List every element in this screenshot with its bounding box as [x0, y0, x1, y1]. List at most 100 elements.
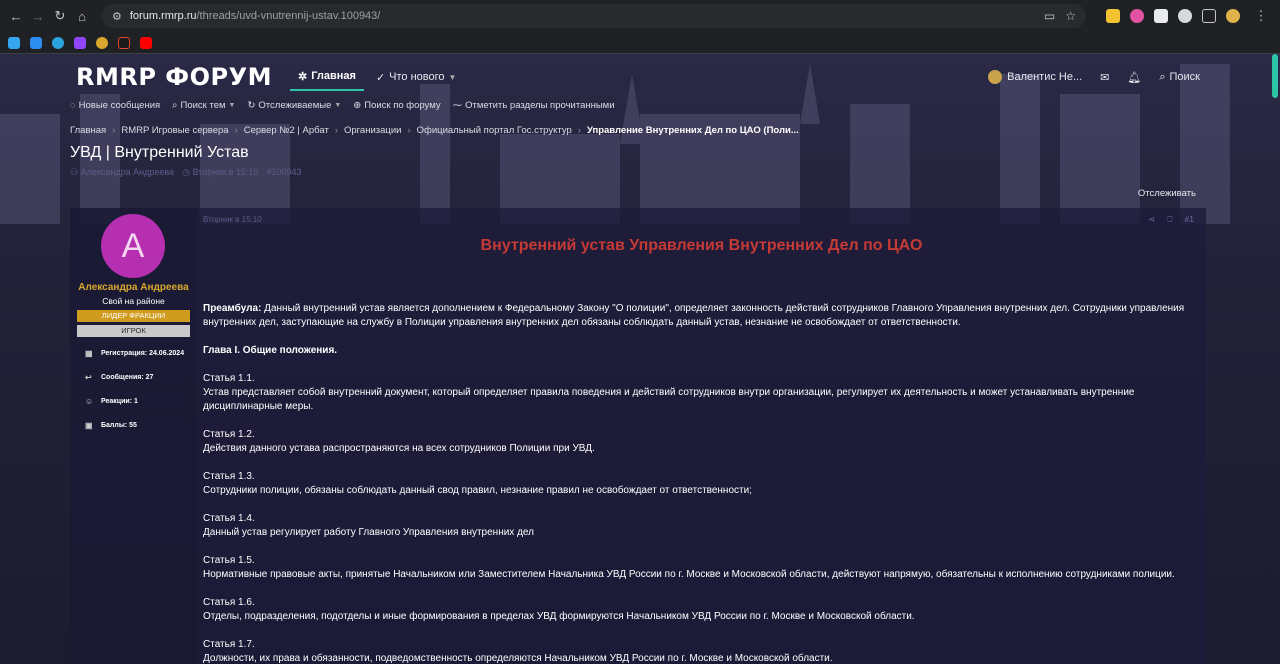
- extension-yellow-icon[interactable]: [1106, 9, 1120, 23]
- tab-whats-new[interactable]: ✓ Что нового ▼: [368, 65, 464, 90]
- article-text: Отделы, подразделения, подотделы и иные …: [203, 611, 915, 622]
- bookmark-youtube-icon[interactable]: [140, 36, 152, 49]
- article-text: Данный устав регулирует работу Главного …: [203, 527, 534, 538]
- post-body: Преамбула: Данный внутренний устав являе…: [203, 302, 1193, 664]
- breadcrumb-separator: ›: [407, 125, 411, 136]
- extensions-puzzle-icon[interactable]: [1202, 9, 1216, 23]
- subnav-label: Отслеживаемые: [258, 100, 332, 111]
- address-bar[interactable]: ⚙ forum.rmrp.ru/threads/uvd-vnutrennij-u…: [102, 4, 1086, 28]
- breadcrumb-item[interactable]: Организации: [344, 125, 401, 136]
- breadcrumb-current[interactable]: Управление Внутренних Дел по ЦАО (Поли..…: [587, 125, 799, 136]
- article-text: Действия данного устава распространяются…: [203, 443, 595, 454]
- stat-reactions-text: Реакции: 1: [101, 398, 138, 405]
- tab-whats-new-label: Что нового: [389, 71, 445, 83]
- article-title: Статья 1.7.: [203, 639, 255, 650]
- breadcrumb-item[interactable]: RMRP Игровые сервера: [121, 125, 228, 136]
- checkmarks-icon: ✓: [375, 71, 386, 84]
- post-user-column: A Александра Андреева Свой на районе ЛИД…: [70, 208, 197, 664]
- site-info-icon[interactable]: ⚙: [112, 10, 122, 23]
- article-title: Статья 1.5.: [203, 555, 255, 566]
- article-title: Статья 1.1.: [203, 373, 255, 384]
- breadcrumb-item[interactable]: Официальный портал Гос.структур: [417, 125, 572, 136]
- article-title: Статья 1.2.: [203, 429, 255, 440]
- subnav-mark-read[interactable]: ⁓ Отметить разделы прочитанными: [453, 100, 615, 111]
- subnav-search-threads[interactable]: ⌕ Поиск тем ▼: [172, 100, 235, 111]
- post-number[interactable]: #1: [1185, 214, 1194, 225]
- inbox-icon[interactable]: ✉: [1100, 71, 1109, 84]
- watch-button[interactable]: Отслеживать: [1138, 188, 1196, 199]
- post-author-name[interactable]: Александра Андреева: [70, 282, 197, 293]
- leader-banner: ЛИДЕР ФРАКЦИИ: [77, 310, 190, 322]
- bookmark-messages-icon[interactable]: [8, 36, 20, 49]
- thread-id[interactable]: #100943: [266, 167, 301, 178]
- thread-author-name: Александра Андреева: [80, 167, 175, 177]
- profile-avatar-icon[interactable]: [1226, 9, 1240, 23]
- extension-doc-icon[interactable]: [1154, 9, 1168, 23]
- stat-registration-text: Регистрация: 24.06.2024: [101, 350, 185, 357]
- breadcrumb-item[interactable]: Главная: [70, 125, 106, 136]
- reply-icon: ↩: [85, 372, 92, 382]
- bell-icon[interactable]: 🔔︎: [1127, 71, 1141, 84]
- breadcrumb: Главная › RMRP Игровые сервера › Сервер …: [70, 125, 799, 136]
- menu-icon[interactable]: ⋮: [1250, 5, 1272, 27]
- chapter-title: Глава I. Общие положения.: [203, 345, 338, 356]
- article-title: Статья 1.4.: [203, 513, 255, 524]
- share-icon[interactable]: ⋖: [1148, 214, 1155, 225]
- subnav-label: Новые сообщения: [78, 100, 161, 111]
- extension-color-icon[interactable]: [1130, 9, 1144, 23]
- bookmark-ne-icon[interactable]: [118, 36, 130, 49]
- home-icon[interactable]: ⌂: [74, 5, 90, 27]
- search-button[interactable]: ⌕ Поиск: [1159, 71, 1200, 84]
- stat-messages: ↩ Сообщения: 27: [77, 368, 190, 387]
- user-menu[interactable]: Валентис Не...: [988, 70, 1082, 84]
- address-bar-url: forum.rmrp.ru/threads/uvd-vnutrennij-ust…: [129, 10, 381, 22]
- preamble-text: Данный внутренний устав является дополне…: [203, 303, 1185, 328]
- bookmark-star-icon[interactable]: ☆: [1065, 9, 1076, 23]
- bookmark-twitch-icon[interactable]: [74, 36, 86, 49]
- subnav-forum-search[interactable]: ⊕ Поиск по форуму: [353, 100, 440, 111]
- user-avatar: [988, 70, 1003, 84]
- site-logo[interactable]: RMRP ФОРУМ: [76, 63, 272, 91]
- home-gear-icon: ✲: [297, 70, 308, 83]
- article-title: Статья 1.3.: [203, 471, 255, 482]
- cast-icon[interactable]: ▭: [1044, 9, 1055, 23]
- bookmark-icon[interactable]: ⎕: [1167, 214, 1172, 225]
- search-icon: ⌕: [1159, 70, 1166, 83]
- bookmark-star-icon[interactable]: [96, 36, 108, 49]
- breadcrumb-item[interactable]: Сервер №2 | Арбат: [244, 125, 329, 136]
- chat-bubble-icon: ◌: [70, 100, 76, 111]
- page-scrollbar[interactable]: [1272, 54, 1278, 98]
- tab-home[interactable]: ✲ Главная: [289, 64, 364, 91]
- mark-read-icon: ⁓: [452, 100, 463, 111]
- forward-icon[interactable]: →: [30, 5, 46, 27]
- post-date[interactable]: Вторник в 15:10: [203, 215, 262, 224]
- avatar[interactable]: A: [101, 214, 165, 278]
- article-text: Нормативные правовые акты, принятые Нача…: [203, 569, 1175, 580]
- thread-date[interactable]: ◷ Вторник в 15:10: [182, 167, 258, 178]
- post-author-title: Свой на районе: [102, 296, 165, 306]
- thread-id-text: 100943: [271, 167, 302, 177]
- calendar-icon: ▦: [85, 348, 93, 358]
- bookmarks-bar: [0, 32, 1280, 54]
- breadcrumb-separator: ›: [577, 125, 581, 136]
- site-header: RMRP ФОРУМ ✲ Главная ✓ Что нового ▼ Вале…: [76, 60, 1200, 94]
- main-nav: ✲ Главная ✓ Что нового ▼: [289, 64, 464, 91]
- header-user-area: Валентис Не... ✉ 🔔︎ ⌕ Поиск: [988, 70, 1200, 84]
- search-plus-icon: ⊕: [353, 100, 362, 111]
- subnav-watched[interactable]: ↻ Отслеживаемые ▼: [247, 100, 341, 111]
- search-label: Поиск: [1169, 71, 1200, 83]
- search-icon: ⌕: [172, 100, 178, 111]
- extension-circle-icon[interactable]: [1178, 9, 1192, 23]
- reload-icon[interactable]: ↻: [52, 5, 68, 27]
- subnav-new-messages[interactable]: ◌ Новые сообщения: [70, 100, 160, 111]
- bookmark-chat-icon[interactable]: [30, 36, 42, 49]
- bookmark-telegram-icon[interactable]: [52, 36, 64, 49]
- subnav-label: Поиск по форуму: [364, 100, 441, 111]
- article-title: Статья 1.6.: [203, 597, 255, 608]
- chapter-heading: Глава I. Общие положения.: [203, 344, 1193, 358]
- thread-author[interactable]: ⚇ Александра Андреева: [70, 167, 174, 178]
- back-icon[interactable]: ←: [8, 5, 24, 27]
- player-banner: ИГРОК: [77, 325, 190, 337]
- post-actions: ⋖ ⎕ #1: [1148, 214, 1194, 225]
- clock-icon: ◷: [182, 167, 190, 177]
